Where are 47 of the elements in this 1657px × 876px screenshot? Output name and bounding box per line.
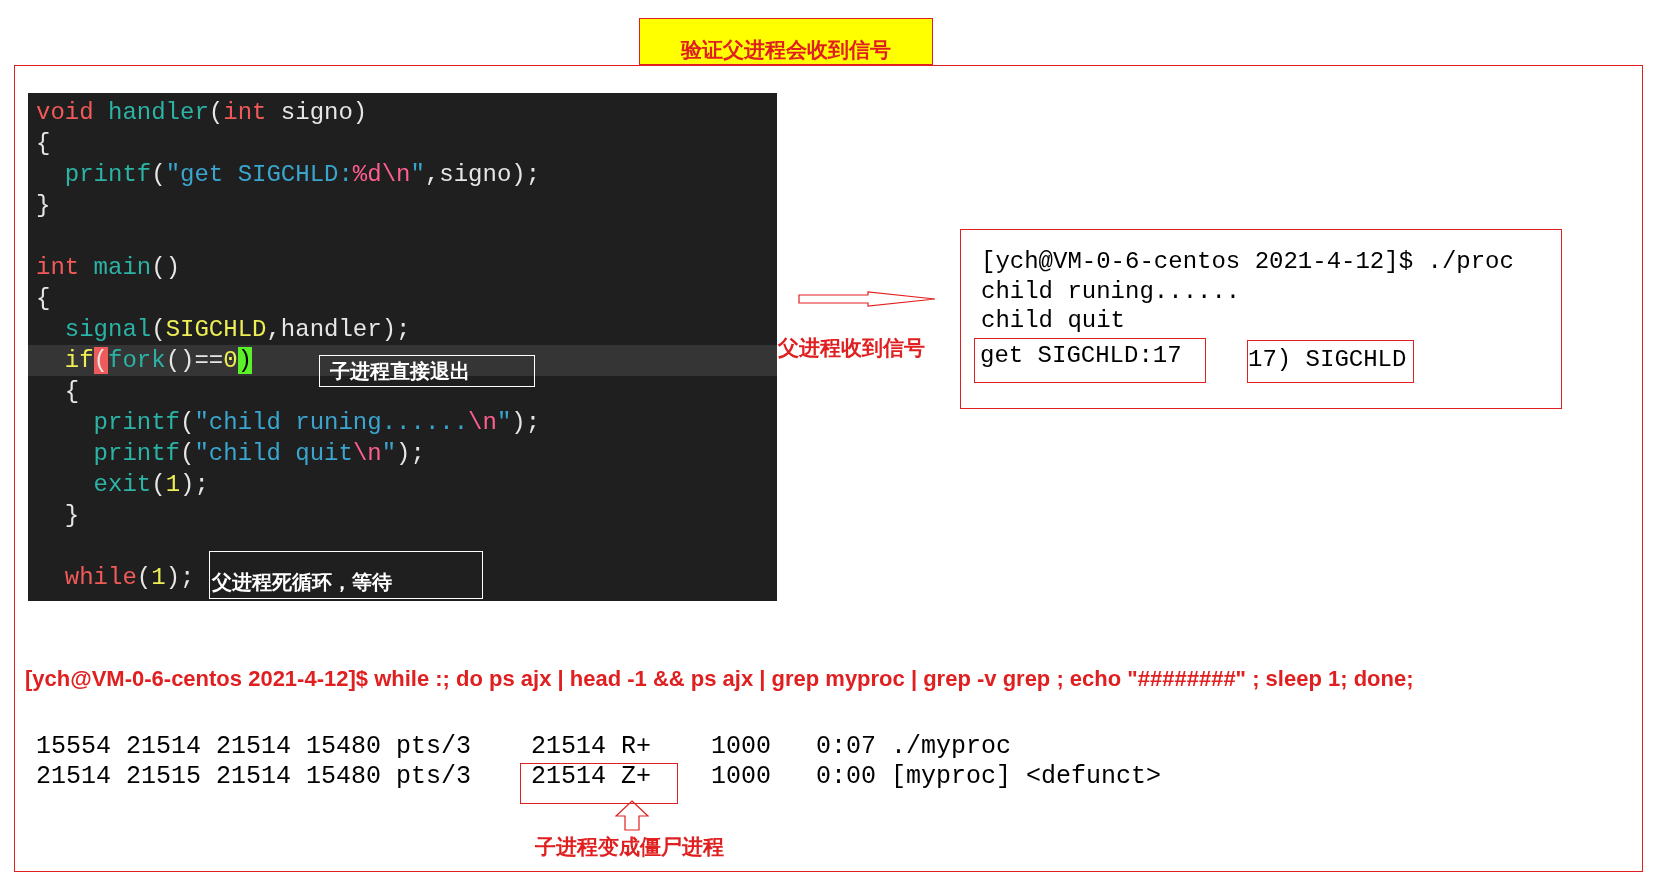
- code-line: printf("child quit\n");: [92, 439, 425, 469]
- process-field: [myproc] <defunct>: [891, 762, 1162, 792]
- hollow-arrow-icon: [798, 291, 936, 307]
- code-line: }: [63, 501, 80, 531]
- process-field: 15480: [306, 732, 381, 762]
- process-field: 21515: [126, 762, 201, 792]
- process-field: 1000: [711, 762, 771, 792]
- process-field: 0:00: [816, 762, 876, 792]
- code-line: {: [63, 377, 80, 407]
- process-field: 21514: [126, 732, 201, 762]
- terminal-output: get SIGCHLD:17: [980, 341, 1182, 371]
- process-field: 15480: [306, 762, 381, 792]
- code-line: printf("get SIGCHLD:%d\n",signo);: [63, 160, 541, 190]
- annotation-text: 子进程变成僵尸进程: [535, 836, 724, 857]
- code-line: }: [36, 191, 51, 221]
- code-line: exit(1);: [92, 470, 209, 500]
- process-field: 1000: [711, 732, 771, 762]
- process-field: pts/3: [396, 732, 471, 762]
- process-field: 21514: [531, 732, 606, 762]
- process-field: R+: [621, 732, 651, 762]
- code-line: int main(): [36, 253, 181, 283]
- process-field: 21514: [216, 732, 291, 762]
- terminal-line: child quit: [981, 306, 1126, 336]
- process-field: 21514: [36, 762, 111, 792]
- hollow-arrow-icon: [615, 800, 649, 831]
- process-field: Z+: [621, 762, 651, 792]
- process-field: ./myproc: [891, 732, 1012, 762]
- code-line: while(1);: [63, 563, 195, 593]
- process-field: 15554: [36, 732, 111, 762]
- process-field: 21514: [531, 762, 606, 792]
- process-field: 21514: [216, 762, 291, 792]
- command-text: [ych@VM-0-6-centos 2021-4-12]$ while :; do ps ajx | head -1 && ps ajx | grep myproc | grep -v grep ; echo "########" ; sleep 1; done;: [25, 668, 1414, 690]
- code-line: signal(SIGCHLD,handler);: [63, 315, 411, 345]
- process-field: 0:07: [816, 732, 876, 762]
- terminal-output: 17) SIGCHLD: [1248, 345, 1407, 375]
- code-line: {: [36, 284, 51, 314]
- code-line: void handler(int signo): [36, 98, 368, 128]
- code-line: {: [36, 129, 51, 159]
- annotation-text: 父进程收到信号: [778, 337, 925, 358]
- process-field: pts/3: [396, 762, 471, 792]
- code-line: if(fork()==0): [63, 346, 253, 376]
- banner-title: 验证父进程会收到信号: [681, 39, 891, 60]
- terminal-line: child runing......: [981, 276, 1241, 306]
- annotation-text: 子进程直接退出: [330, 361, 470, 381]
- code-line: printf("child runing......\n");: [92, 408, 541, 438]
- annotation-text: 父进程死循环，等待: [212, 572, 392, 592]
- terminal-line: [ych@VM-0-6-centos 2021-4-12]$ ./proc: [981, 247, 1514, 277]
